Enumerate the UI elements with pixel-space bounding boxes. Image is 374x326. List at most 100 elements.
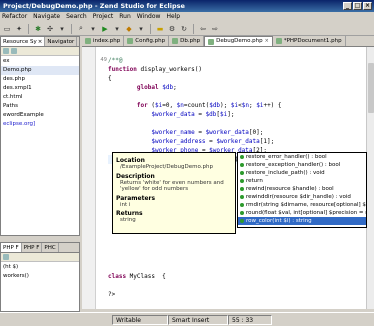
menu-run[interactable]: Run (119, 12, 131, 22)
code-line[interactable] (108, 254, 366, 263)
code-line[interactable]: { (108, 74, 366, 83)
search-icon[interactable]: ⌕ (76, 24, 86, 34)
code-line[interactable] (108, 92, 366, 101)
new-icon[interactable]: ✦ (14, 24, 24, 34)
code-line[interactable] (108, 281, 366, 290)
tab-index-php[interactable]: index.php (82, 36, 125, 46)
vertical-scrollbar[interactable] (366, 47, 374, 309)
panel-toolbar (1, 47, 79, 56)
tree-item[interactable]: ewordExample (1, 111, 79, 120)
tab-config-php[interactable]: Config.php (124, 36, 170, 46)
tab-phc[interactable]: PHC (42, 243, 59, 252)
tab-navigator[interactable]: Navigator (45, 37, 78, 46)
back-arrow-icon[interactable]: ⇦ (198, 24, 208, 34)
menu-search[interactable]: Search (66, 12, 87, 22)
menu-refactor[interactable]: Refactor (2, 12, 27, 22)
code-line[interactable]: class MyClass { (108, 272, 366, 281)
dropdown-icon[interactable]: ▾ (112, 24, 122, 34)
tab-php-project[interactable]: PHP F (22, 243, 43, 252)
code-completion-list[interactable]: restore_error_handler() : bool restore_ex… (237, 152, 367, 228)
code-line[interactable]: $worker_name = $worker_data[0]; (108, 128, 366, 137)
tree-item-link[interactable]: eclipse.org] (1, 120, 79, 129)
code-line[interactable] (108, 47, 366, 56)
line-number (96, 47, 108, 56)
completion-label: round(float $val, int[optional] $precisi… (246, 210, 367, 216)
settings-icon[interactable]: ✣ (45, 24, 55, 34)
function-icon (240, 187, 244, 191)
code-line[interactable] (108, 299, 366, 308)
menu-help[interactable]: Help (166, 12, 180, 22)
completion-item[interactable]: return (238, 177, 366, 185)
close-icon[interactable]: × (265, 36, 269, 47)
tab-debugdemo-php[interactable]: DebugDemo.php × (204, 36, 273, 46)
tab-phpdocument1[interactable]: *PHPDocument1.php (273, 36, 346, 46)
line-number (96, 245, 108, 254)
completion-label: rmdir(string $dirname, resource[optional… (246, 202, 367, 208)
toolbar-separator (28, 23, 29, 34)
code-line[interactable]: ?> (108, 290, 366, 299)
tree-item[interactable]: Paths (1, 102, 79, 111)
line-number (96, 146, 108, 155)
completion-item[interactable]: rmdir(string $dirname, resource[optional… (238, 201, 366, 209)
code-line[interactable] (108, 236, 366, 245)
completion-item[interactable]: restore_error_handler() : bool (238, 153, 366, 161)
code-line[interactable]: for ($i=0, $n=count($db); $i<$n; $i++) { (108, 101, 366, 110)
tab-php-functions[interactable]: PHP F (1, 243, 22, 252)
code-line[interactable]: function display_workers() (108, 65, 366, 74)
code-line[interactable] (108, 119, 366, 128)
function-icon (240, 163, 244, 167)
completion-item[interactable]: rewinddir(resource $dir_handle) : void (238, 193, 366, 201)
open-icon[interactable]: ▭ (2, 24, 12, 34)
forward-arrow-icon[interactable]: ⇨ (210, 24, 220, 34)
folder-icon[interactable]: ▬ (155, 24, 165, 34)
tree-item[interactable]: ct.html (1, 93, 79, 102)
tree-item[interactable]: des.php (1, 75, 79, 84)
function-icon (240, 211, 244, 215)
tab-resource-system[interactable]: Resource Sy × (1, 37, 46, 47)
tree-item[interactable]: Demo.php (1, 66, 79, 75)
menu-navigate[interactable]: Navigate (33, 12, 60, 22)
collapse-icon[interactable] (3, 48, 9, 54)
outline-item[interactable]: workers() (1, 272, 79, 281)
toolbar-separator (150, 23, 151, 34)
completion-item[interactable]: restore_include_path() : void (238, 169, 366, 177)
gear-icon[interactable]: ⚙ (167, 24, 177, 34)
link-icon[interactable] (11, 48, 17, 54)
code-line[interactable]: $worker_data = $db[$i]; (108, 110, 366, 119)
outline-item[interactable]: (ht $) (1, 263, 79, 272)
dropdown-icon[interactable]: ▾ (57, 24, 67, 34)
dropdown-icon[interactable]: ▾ (136, 24, 146, 34)
completion-item[interactable]: row_color(int $i) : string (238, 217, 366, 225)
menu-window[interactable]: Window (137, 12, 161, 22)
sort-icon[interactable] (3, 254, 9, 260)
code-line[interactable] (108, 263, 366, 272)
menu-project[interactable]: Project (93, 12, 114, 22)
tree-item[interactable]: ex (1, 57, 79, 66)
dropdown-icon[interactable]: ▾ (88, 24, 98, 34)
completion-item[interactable]: round(float $val, int[optional] $precisi… (238, 209, 366, 217)
tab-db-php[interactable]: Db.php (169, 36, 205, 46)
code-line[interactable]: $worker_address = $worker_data[1]; (108, 137, 366, 146)
line-number (96, 191, 108, 200)
debug-icon[interactable]: ✱ (33, 24, 43, 34)
php-file-icon (208, 38, 215, 45)
maximize-button[interactable]: □ (353, 2, 362, 10)
line-number (96, 173, 108, 182)
code-line[interactable]: global $db; (108, 83, 366, 92)
code-line[interactable] (108, 245, 366, 254)
tree-item[interactable]: des.xmpl1 (1, 84, 79, 93)
close-button[interactable]: × (363, 2, 372, 10)
run-icon[interactable]: ▶ (100, 24, 110, 34)
completion-item[interactable]: rewind(resource $handle) : bool (238, 185, 366, 193)
editor-gutter[interactable] (82, 47, 96, 309)
code-line[interactable]: </table> (108, 308, 366, 309)
scrollbar-thumb[interactable] (368, 63, 374, 113)
profile-icon[interactable]: ◆ (124, 24, 134, 34)
code-line[interactable]: /**@ (108, 56, 366, 65)
refresh-icon[interactable]: ↻ (179, 24, 189, 34)
completion-label: rewind(resource $handle) : bool (246, 186, 334, 192)
minimize-button[interactable]: _ (343, 2, 352, 10)
completion-item[interactable]: restore_exception_handler() : bool (238, 161, 366, 169)
tab-label: Resource Sy (3, 38, 37, 45)
close-icon[interactable]: × (38, 37, 43, 47)
